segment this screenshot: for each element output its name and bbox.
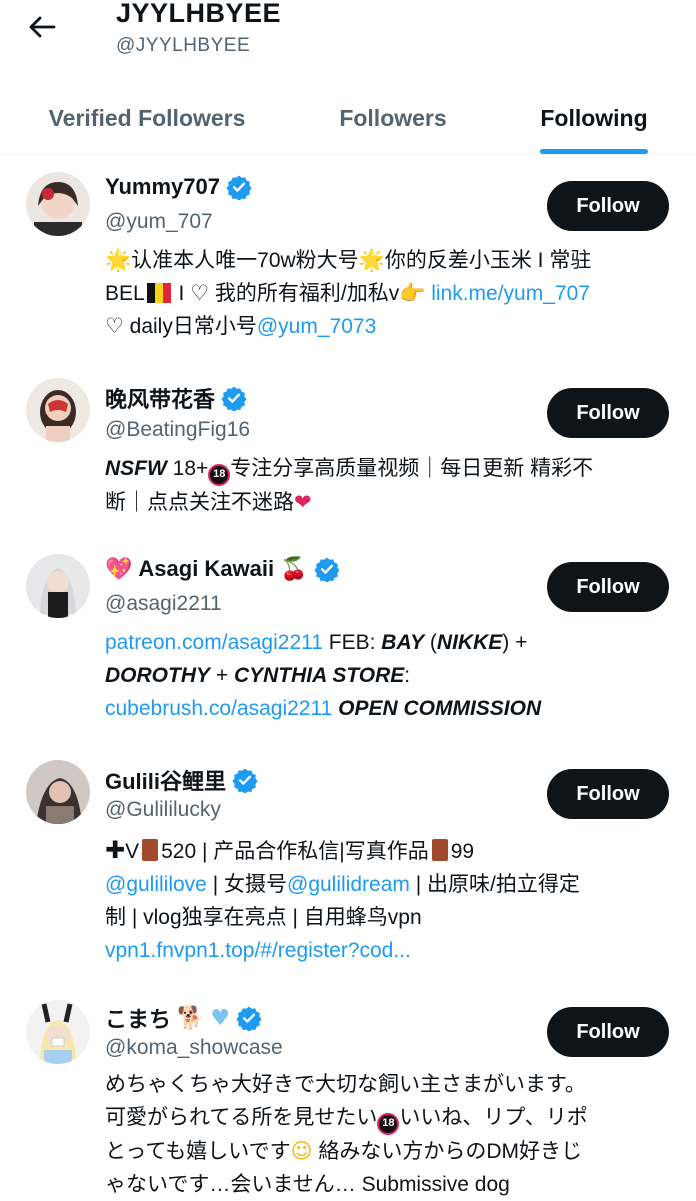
user-name[interactable]: Yummy707 (105, 174, 220, 200)
user-cell[interactable]: 晚风带花香 @BeatingFig16 Follow NSFW 18+ 18 专注分… (0, 368, 696, 538)
sun-icon: 🌟 (358, 248, 385, 272)
belgium-flag-icon (146, 283, 171, 303)
light-blue-heart-icon: ♥ (210, 1005, 231, 1031)
user-name[interactable]: Asagi Kawaii (138, 556, 274, 582)
user-cell[interactable]: Yummy707 @yum_707 Follow 🌟认准本人唯一70w粉大号🌟你… (0, 160, 696, 360)
bio-link[interactable]: patreon.com/asagi2211 (105, 631, 323, 654)
smiling-face-with-hearts-icon: ☺ (290, 1138, 313, 1163)
avatar[interactable] (26, 760, 90, 824)
tab-label: Verified Followers (48, 104, 246, 131)
user-bio: めちゃくちゃ大好きで大切な飼い主さまがいます。 可愛がられてる所を見せたい 18 い… (105, 1073, 588, 1196)
back-button[interactable] (22, 12, 62, 42)
follow-button[interactable]: Follow (547, 1007, 669, 1057)
red-heart-icon: ❤ (294, 489, 312, 514)
user-handle: @asagi2211 (105, 592, 222, 615)
active-tab-indicator (540, 149, 648, 154)
user-cell[interactable]: 💖 Asagi Kawaii 🍒 @asagi2211 Follow patre… (0, 542, 696, 742)
cherries-icon: 🍒 (280, 556, 308, 582)
avatar[interactable] (26, 378, 90, 442)
bio-link[interactable]: cubebrush.co/asagi2211 (105, 697, 332, 720)
mention-link[interactable]: @yum_7073 (257, 315, 376, 338)
verified-badge-icon (236, 1005, 262, 1031)
user-cell[interactable]: こまち 🐕 ♥ @koma_showcase Follow めちゃくちゃ大好きで… (0, 988, 696, 1200)
verified-badge-icon (232, 767, 258, 793)
top-bar: JYYLHBYEE @JYYLHBYEE (0, 0, 696, 80)
verified-badge-icon (313, 556, 340, 582)
avatar[interactable] (26, 172, 90, 236)
profile-handle: @JYYLHBYEE (116, 35, 251, 56)
arrow-left-icon (29, 16, 56, 38)
follow-button[interactable]: Follow (547, 562, 669, 612)
user-name[interactable]: こまち (105, 1002, 171, 1034)
tab-followers[interactable]: Followers (294, 82, 492, 154)
user-handle: @Gulililucky (105, 798, 221, 821)
sun-icon: 🌟 (105, 248, 132, 272)
sparkling-heart-icon: 💖 (105, 556, 133, 582)
user-handle: @koma_showcase (105, 1036, 283, 1059)
dog-icon: 🐕 (177, 1005, 205, 1031)
follow-button[interactable]: Follow (547, 769, 669, 819)
tab-verified-followers[interactable]: Verified Followers (0, 82, 294, 154)
pointing-hand-icon: 👉 (399, 281, 426, 305)
plus-icon: ✚ (105, 837, 126, 864)
verified-badge-icon (226, 174, 252, 200)
bio-link[interactable]: vpn1.fnvpn1.top/#/register?cod... (105, 939, 411, 962)
user-handle: @BeatingFig16 (105, 418, 251, 441)
user-bio: patreon.com/asagi2211 FEB: BAY (NIKKE) +… (105, 631, 542, 720)
user-name[interactable]: Gulili谷鲤里 (105, 764, 226, 796)
user-cell[interactable]: Gulili谷鲤里 @Gulililucky Follow ✚V 520 | 产品… (0, 750, 696, 980)
no-under-18-icon: 18 (208, 463, 231, 486)
user-name[interactable]: 晚风带花香 (105, 382, 215, 414)
user-bio: ✚V 520 | 产品合作私信|写真作品 99 @gulililove | 女摄号@… (105, 837, 580, 962)
no-under-18-icon: 18 (377, 1112, 400, 1135)
verified-badge-icon (221, 385, 247, 411)
tab-bar: Verified Followers Followers Following (0, 82, 696, 155)
follow-button[interactable]: Follow (547, 181, 669, 231)
tab-following[interactable]: Following (492, 82, 696, 154)
user-bio: 🌟认准本人唯一70w粉大号🌟你的反差小玉米 I 常驻 BEL I ♡ 我的所有福… (105, 248, 592, 338)
profile-title: JYYLHBYEE (116, 0, 282, 28)
avatar[interactable] (26, 1000, 90, 1064)
user-handle: @yum_707 (105, 210, 213, 233)
avatar[interactable] (26, 554, 90, 618)
bio-link[interactable]: link.me/yum_707 (431, 282, 590, 305)
tab-label: Following (540, 104, 648, 131)
door-icon (431, 839, 448, 861)
tab-label: Followers (339, 104, 447, 131)
mention-link[interactable]: @gulilidream (287, 873, 410, 896)
follow-button[interactable]: Follow (547, 388, 669, 438)
door-icon (142, 839, 159, 861)
user-bio: NSFW 18+ 18 专注分享高质量视频｜每日更新 精彩不 断｜点点关注不迷路❤ (105, 457, 594, 514)
mention-link[interactable]: @gulililove (105, 873, 207, 896)
